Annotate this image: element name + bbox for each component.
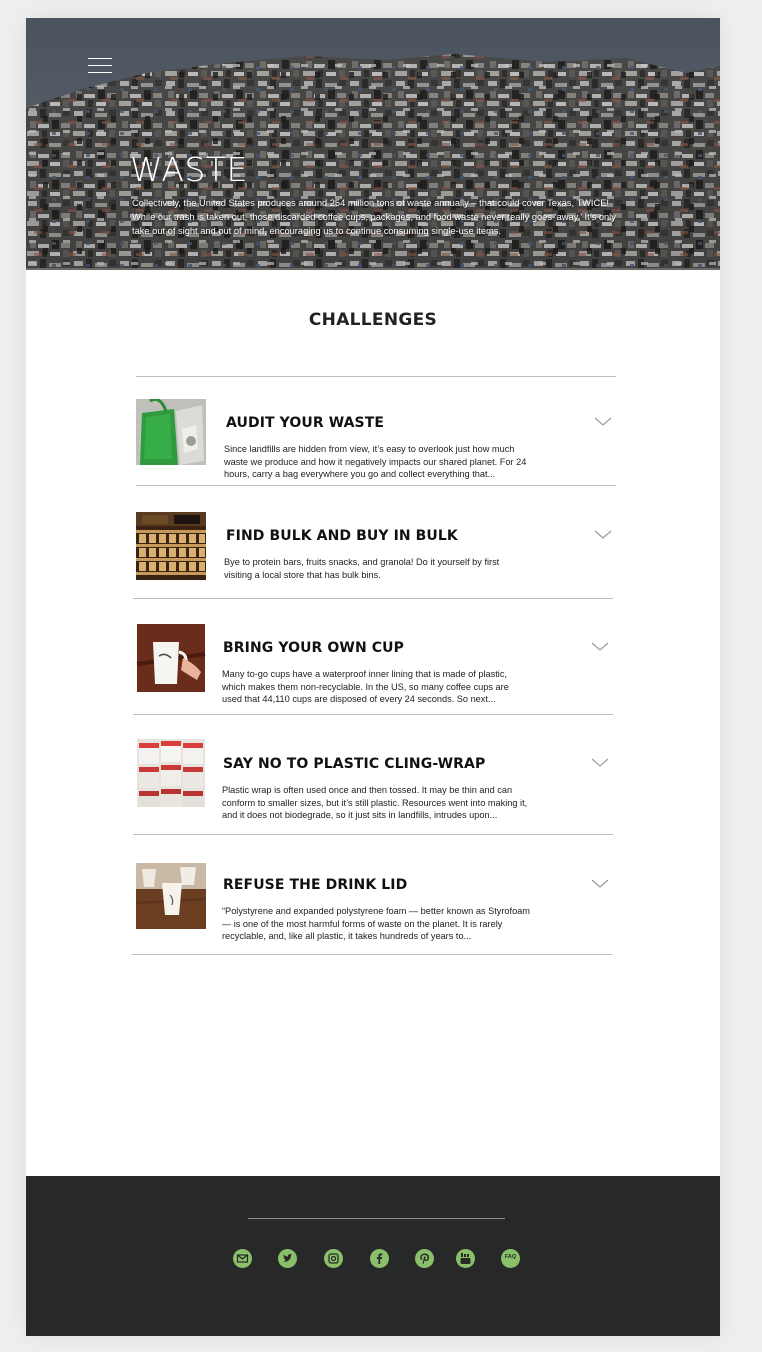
item-divider	[133, 714, 613, 715]
plastic-containers-thumbnail	[137, 739, 205, 807]
challenge-description: “Polystyrene and expanded polystyrene fo…	[222, 906, 530, 942]
challenge-description: Many to-go cups have a waterproof inner …	[222, 669, 509, 705]
item-divider	[133, 598, 613, 599]
twitter-icon[interactable]	[278, 1249, 297, 1268]
green-bag-thumbnail	[136, 399, 206, 465]
challenge-item-cup[interactable]: BRING YOUR OWN CUP Many to-go cups have …	[136, 623, 616, 713]
list-top-divider	[136, 376, 616, 377]
instagram-icon[interactable]	[324, 1249, 343, 1268]
challenge-description: Plastic wrap is often used once and then…	[222, 785, 528, 821]
challenge-description: Since landfills are hidden from view, it…	[224, 444, 527, 480]
chevron-down-icon[interactable]	[591, 758, 609, 768]
challenge-item-bulk[interactable]: FIND BULK AND BUY IN BULK Bye to protein…	[136, 511, 616, 599]
chevron-down-icon[interactable]	[591, 642, 609, 652]
challenge-title: SAY NO TO PLASTIC CLING-WRAP	[223, 756, 486, 772]
page-title: WASTE	[130, 150, 248, 189]
faq-icon[interactable]: FAQ	[501, 1249, 520, 1268]
challenge-item-drink-lid[interactable]: REFUSE THE DRINK LID “Polystyrene and ex…	[136, 860, 616, 952]
challenge-title: AUDIT YOUR WASTE	[226, 415, 385, 431]
footer: FAQ	[26, 1176, 720, 1336]
footer-divider	[248, 1218, 505, 1219]
faq-label: FAQ	[504, 1254, 517, 1260]
youtube-icon[interactable]	[456, 1249, 475, 1268]
challenges-heading: CHALLENGES	[308, 310, 438, 330]
challenge-title: FIND BULK AND BUY IN BULK	[226, 528, 458, 544]
mail-icon[interactable]	[233, 1249, 252, 1268]
hamburger-menu-icon[interactable]	[88, 58, 112, 76]
ceramic-cups-thumbnail	[136, 863, 206, 929]
bulk-store-thumbnail	[136, 512, 206, 580]
item-divider	[133, 834, 613, 835]
hero-description: Collectively, the United States produces…	[132, 198, 616, 236]
chevron-down-icon[interactable]	[594, 417, 612, 427]
challenge-item-cling-wrap[interactable]: SAY NO TO PLASTIC CLING-WRAP Plastic wra…	[136, 739, 616, 831]
facebook-icon[interactable]	[370, 1249, 389, 1268]
page-container: WASTE Collectively, the United States pr…	[26, 18, 720, 1336]
item-divider	[132, 954, 612, 955]
coffee-mug-thumbnail	[136, 624, 206, 692]
challenge-title: REFUSE THE DRINK LID	[223, 877, 408, 893]
hero-banner: WASTE Collectively, the United States pr…	[26, 18, 720, 270]
challenge-item-audit[interactable]: AUDIT YOUR WASTE Since landfills are hid…	[136, 398, 616, 486]
item-divider	[136, 485, 616, 486]
chevron-down-icon[interactable]	[594, 530, 612, 540]
challenge-title: BRING YOUR OWN CUP	[223, 640, 404, 656]
pinterest-icon[interactable]	[415, 1249, 434, 1268]
chevron-down-icon[interactable]	[591, 879, 609, 889]
challenge-description: Bye to protein bars, fruits snacks, and …	[224, 557, 500, 580]
